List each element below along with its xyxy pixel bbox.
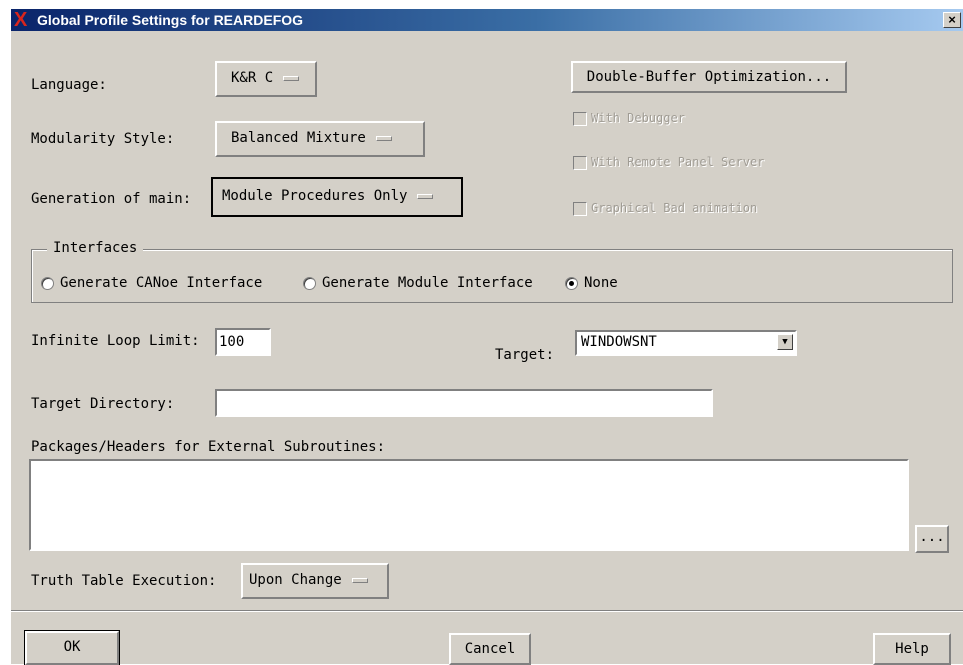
graphical-animation-checkbox: Graphical Bad animation (573, 201, 757, 216)
loop-limit-label: Infinite Loop Limit: (31, 333, 200, 349)
option-menu-indicator-icon (417, 193, 434, 199)
chevron-down-icon[interactable]: ▼ (777, 334, 793, 350)
title-bar: X Global Profile Settings for REARDEFOG … (11, 9, 963, 31)
help-button[interactable]: Help (873, 633, 951, 665)
radio-canoe-label: Generate CANoe Interface (60, 275, 263, 291)
option-menu-indicator-icon (351, 577, 368, 583)
modularity-value: Balanced Mixture (231, 130, 366, 146)
checkbox-icon (573, 155, 587, 170)
target-label: Target: (495, 347, 555, 363)
modularity-label: Modularity Style: (31, 131, 175, 147)
generation-main-value: Module Procedures Only (222, 188, 408, 204)
target-dropdown[interactable]: WINDOWSNT ▼ (575, 330, 797, 356)
x-logo-icon: X (14, 9, 28, 31)
interfaces-group-title: Interfaces (47, 240, 144, 256)
target-directory-input[interactable] (215, 389, 713, 417)
graphical-animation-label: Graphical Bad animation (591, 201, 758, 215)
packages-browse-button[interactable]: ... (915, 525, 949, 553)
radio-none[interactable]: None (565, 275, 618, 291)
radio-module-interface[interactable]: Generate Module Interface (303, 275, 533, 291)
packages-label: Packages/Headers for External Subroutine… (31, 439, 386, 455)
truth-table-label: Truth Table Execution: (31, 573, 217, 589)
radio-none-label: None (584, 275, 618, 291)
generation-main-option-menu[interactable]: Module Procedures Only (211, 177, 463, 217)
with-remote-panel-checkbox: With Remote Panel Server (573, 155, 764, 170)
target-directory-label: Target Directory: (31, 396, 175, 412)
option-menu-indicator-icon (375, 135, 392, 141)
radio-canoe-interface[interactable]: Generate CANoe Interface (41, 275, 262, 291)
window-title: Global Profile Settings for REARDEFOG (37, 12, 304, 28)
language-label: Language: (31, 77, 107, 93)
generation-main-label: Generation of main: (31, 191, 192, 207)
radio-icon (303, 276, 316, 290)
loop-limit-input[interactable]: 100 (215, 328, 271, 356)
truth-table-option-menu[interactable]: Upon Change (241, 563, 389, 599)
checkbox-icon (573, 111, 587, 126)
with-debugger-label: With Debugger (591, 111, 685, 125)
separator (11, 610, 963, 612)
radio-module-label: Generate Module Interface (322, 275, 533, 291)
double-buffer-button[interactable]: Double-Buffer Optimization... (571, 61, 847, 93)
checkbox-icon (573, 201, 587, 216)
ok-button[interactable]: OK (25, 631, 119, 665)
language-option-menu[interactable]: K&R C (215, 61, 317, 97)
radio-icon (41, 276, 54, 290)
with-debugger-checkbox: With Debugger (573, 111, 685, 126)
language-value: K&R C (231, 70, 274, 86)
packages-textarea[interactable] (29, 459, 909, 551)
target-value: WINDOWSNT (581, 334, 657, 350)
dialog-window: X Global Profile Settings for REARDEFOG … (10, 8, 963, 665)
radio-selected-icon (565, 276, 578, 290)
close-icon[interactable]: × (943, 12, 961, 28)
modularity-option-menu[interactable]: Balanced Mixture (215, 121, 425, 157)
truth-table-value: Upon Change (249, 572, 342, 588)
cancel-button[interactable]: Cancel (449, 633, 531, 665)
with-remote-panel-label: With Remote Panel Server (591, 155, 765, 169)
option-menu-indicator-icon (283, 75, 300, 81)
